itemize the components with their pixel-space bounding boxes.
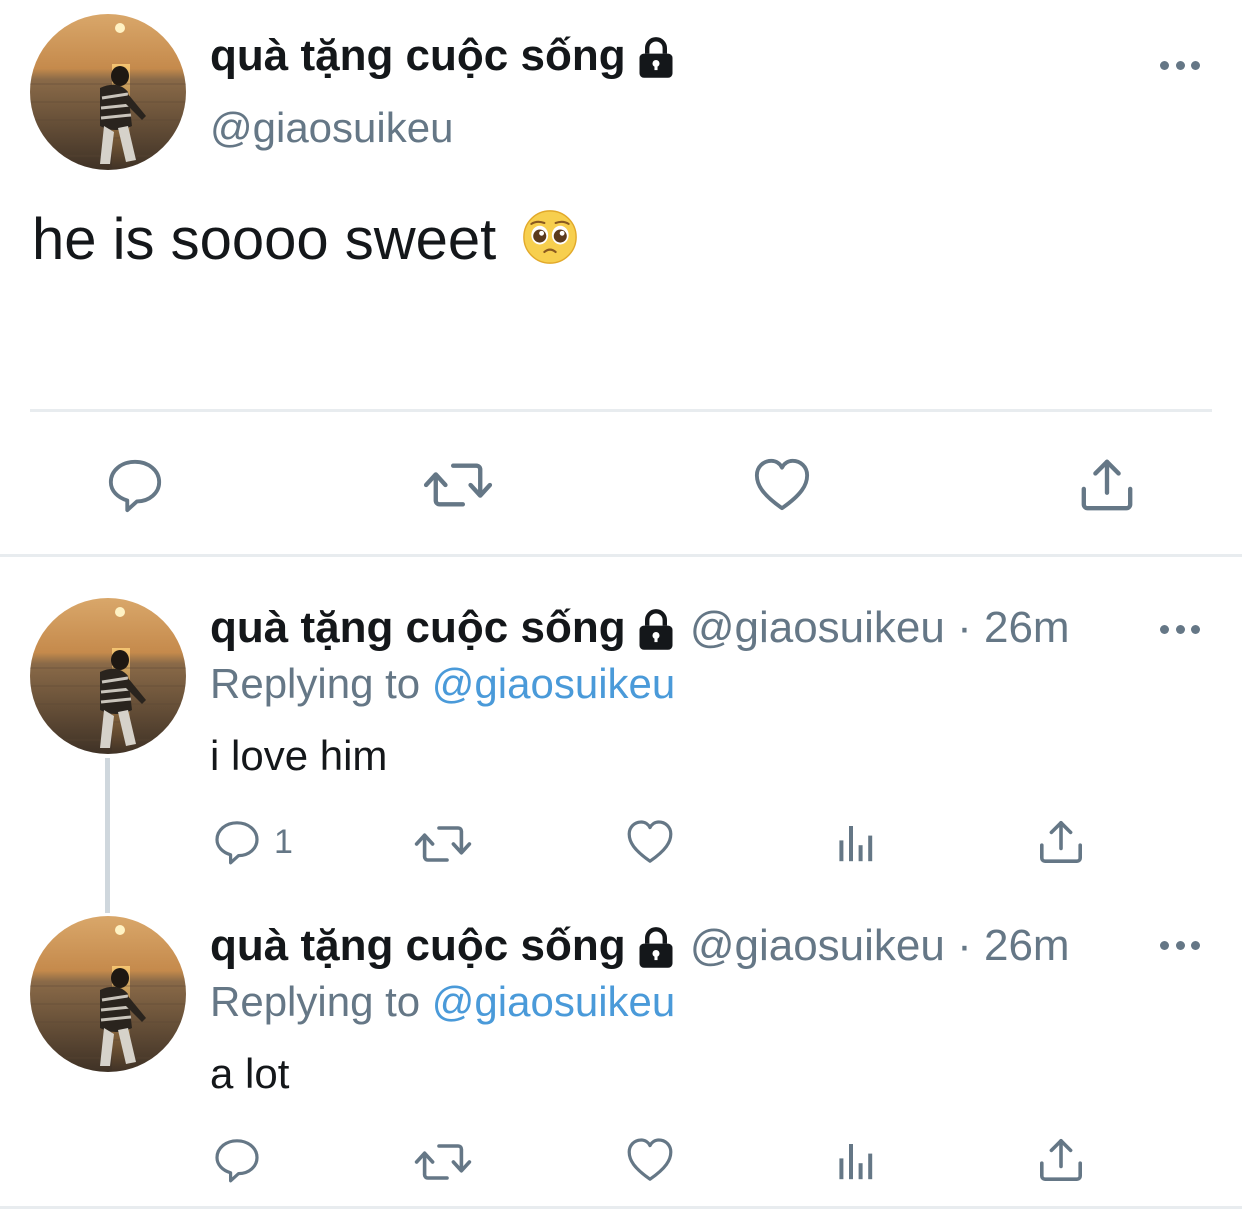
reply-header[interactable]: quà tặng cuộc sống @giaosuikeu · 26m: [210, 602, 1070, 654]
mention-link[interactable]: @giaosuikeu: [432, 660, 675, 707]
reply-icon[interactable]: [106, 456, 164, 514]
retweet-icon[interactable]: [414, 1138, 472, 1186]
like-icon[interactable]: [626, 818, 674, 866]
reply-icon[interactable]: [213, 818, 261, 866]
thread-line: [105, 758, 110, 913]
analytics-icon[interactable]: [833, 1136, 881, 1184]
divider: [30, 409, 1212, 412]
reply-text: a lot: [210, 1050, 290, 1097]
timestamp: 26m: [983, 603, 1070, 652]
lock-icon: [634, 36, 678, 80]
mention-link[interactable]: @giaosuikeu: [432, 978, 675, 1025]
reply-text: i love him: [210, 732, 388, 779]
reply-header[interactable]: quà tặng cuộc sống @giaosuikeu · 26m: [210, 920, 1070, 972]
handle: @giaosuikeu: [689, 921, 945, 970]
avatar-image: [30, 14, 186, 170]
lock-icon: [634, 926, 678, 970]
more-icon[interactable]: [1160, 622, 1200, 636]
display-name[interactable]: quà tặng cuộc sống: [210, 30, 678, 82]
analytics-icon[interactable]: [833, 818, 881, 866]
like-icon[interactable]: [753, 456, 811, 514]
share-icon[interactable]: [1078, 456, 1136, 514]
retweet-icon[interactable]: [414, 820, 472, 868]
replying-to: Replying to @giaosuikeu: [210, 978, 676, 1025]
avatar[interactable]: [30, 916, 186, 1072]
share-icon[interactable]: [1037, 1136, 1085, 1184]
timestamp: 26m: [983, 921, 1070, 970]
avatar[interactable]: [30, 14, 186, 170]
like-icon[interactable]: [626, 1136, 674, 1184]
replying-to: Replying to @giaosuikeu: [210, 660, 676, 707]
divider: [0, 554, 1242, 557]
reply-count: 1: [274, 823, 293, 861]
share-icon[interactable]: [1037, 818, 1085, 866]
pleading-face-icon: [522, 209, 578, 265]
avatar[interactable]: [30, 598, 186, 754]
more-icon[interactable]: [1160, 938, 1200, 952]
tweet-text: he is soooo sweet: [32, 206, 578, 273]
lock-icon: [634, 608, 678, 652]
more-icon[interactable]: [1160, 58, 1200, 72]
handle[interactable]: @giaosuikeu: [210, 104, 453, 152]
retweet-icon[interactable]: [423, 456, 493, 514]
reply-icon[interactable]: [213, 1136, 261, 1184]
handle: @giaosuikeu: [689, 603, 945, 652]
divider: [0, 1206, 1242, 1209]
